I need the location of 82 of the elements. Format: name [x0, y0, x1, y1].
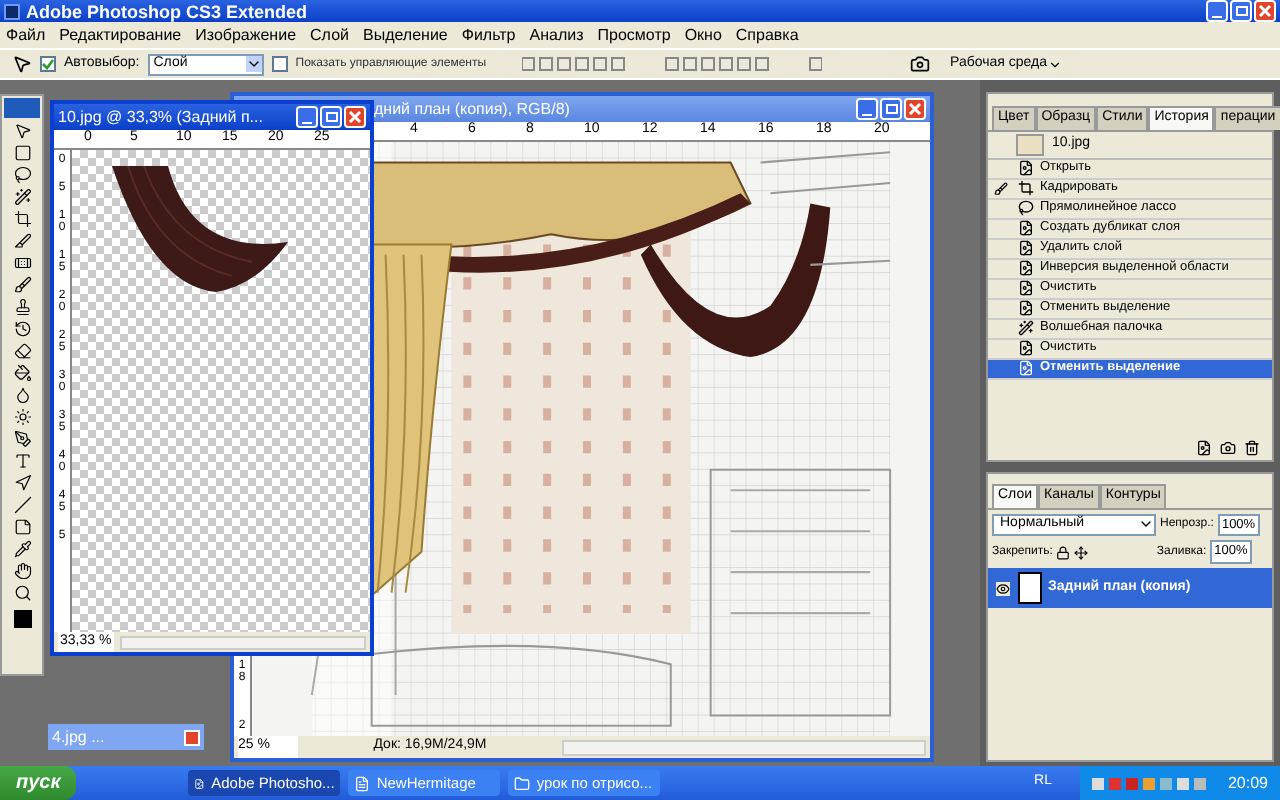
menu-item[interactable]: Фильтр — [461, 25, 516, 45]
droplet-icon[interactable] — [13, 386, 31, 404]
start-button[interactable]: пуск — [0, 766, 77, 800]
caret-icon — [1047, 57, 1062, 71]
bandage-icon[interactable] — [13, 254, 31, 272]
zoom-icon[interactable] — [13, 584, 31, 602]
arrow-icon[interactable] — [13, 474, 31, 492]
close-button[interactable] — [184, 729, 200, 745]
document-icon — [1018, 240, 1034, 256]
text-tool-icon[interactable] — [13, 452, 31, 470]
minimize-button[interactable] — [1206, 0, 1228, 22]
horizontal-scrollbar[interactable] — [119, 635, 366, 649]
menu-item[interactable]: Файл — [6, 25, 46, 45]
move-tool-icon[interactable] — [12, 54, 32, 74]
menu-item[interactable]: Выделение — [362, 25, 448, 45]
pen-icon[interactable] — [13, 430, 31, 448]
line-icon[interactable] — [13, 496, 31, 514]
document-icon[interactable] — [1196, 440, 1212, 456]
menu-item[interactable]: Справка — [735, 25, 799, 45]
maximize-button[interactable] — [320, 106, 342, 128]
camera-icon[interactable] — [910, 54, 931, 74]
app-icon — [4, 3, 20, 19]
document-title: 10.jpg @ 33,3% (Задний п... — [58, 105, 263, 129]
stamp-icon[interactable] — [13, 298, 31, 316]
wand-icon — [1018, 320, 1034, 336]
crop-icon[interactable] — [13, 210, 31, 228]
document-icon — [1018, 160, 1034, 176]
note-icon[interactable] — [13, 518, 31, 536]
history-brush-icon[interactable] — [13, 320, 31, 338]
checkbox[interactable] — [40, 56, 56, 72]
crop-icon — [1018, 180, 1034, 196]
document-title: дний план (копия), RGB/8) — [374, 97, 570, 121]
clock: 20:09 — [1227, 771, 1268, 795]
marquee-icon[interactable] — [13, 144, 31, 162]
document-icon — [1018, 280, 1034, 296]
brush-icon[interactable] — [993, 181, 1007, 195]
menu-item[interactable]: Слой — [310, 25, 349, 45]
sun-icon[interactable] — [13, 408, 31, 426]
close-button[interactable] — [344, 106, 366, 128]
document-icon — [1018, 300, 1034, 316]
align-icons-drawing[interactable] — [522, 54, 823, 74]
menu-item[interactable]: Просмотр — [597, 25, 671, 45]
brush-icon[interactable] — [13, 276, 31, 294]
eraser-icon[interactable] — [13, 342, 31, 360]
knife-icon[interactable] — [13, 232, 31, 250]
layer-thumbnail — [1018, 572, 1042, 604]
document-icon — [354, 775, 371, 791]
folder-icon — [514, 775, 531, 791]
menu-item[interactable]: Анализ — [529, 25, 584, 45]
close-button[interactable] — [904, 98, 926, 120]
lock-icon[interactable] — [1056, 545, 1071, 560]
horizontal-scrollbar[interactable] — [562, 739, 926, 755]
lasso-icon[interactable] — [13, 166, 31, 184]
trash-icon[interactable] — [1244, 440, 1260, 456]
menu-item[interactable]: Изображение — [195, 25, 297, 45]
wand-icon[interactable] — [13, 188, 31, 206]
eye-icon[interactable] — [995, 581, 1009, 595]
paint-bucket-icon[interactable] — [13, 364, 31, 382]
document-icon — [1018, 220, 1034, 236]
eyedropper-icon[interactable] — [13, 540, 31, 558]
document-icon — [1018, 340, 1034, 356]
lasso-icon — [1018, 200, 1034, 216]
minimize-button[interactable] — [856, 98, 878, 120]
close-button[interactable] — [1254, 0, 1276, 22]
caret-icon — [245, 56, 262, 72]
tray-icons-drawing[interactable] — [1091, 775, 1212, 791]
checkbox[interactable] — [271, 56, 288, 72]
document-icon — [1018, 360, 1034, 376]
maximize-button[interactable] — [880, 98, 902, 120]
maximize-button[interactable] — [1230, 0, 1252, 22]
color-swatch[interactable] — [13, 610, 31, 628]
document-icon — [1018, 260, 1034, 276]
camera-icon[interactable] — [1220, 440, 1236, 456]
document-title: 4.jpg ... — [52, 725, 105, 749]
app-logo — [4, 98, 40, 118]
hand-icon[interactable] — [13, 562, 31, 580]
move-icon[interactable] — [1074, 545, 1089, 560]
menu-item[interactable]: Редактирование — [59, 25, 182, 45]
minimize-button[interactable] — [296, 106, 318, 128]
menu-item[interactable]: Окно — [684, 25, 722, 45]
window-title: Adobe Photoshop CS3 Extended — [26, 1, 310, 21]
move-icon[interactable] — [13, 122, 31, 140]
